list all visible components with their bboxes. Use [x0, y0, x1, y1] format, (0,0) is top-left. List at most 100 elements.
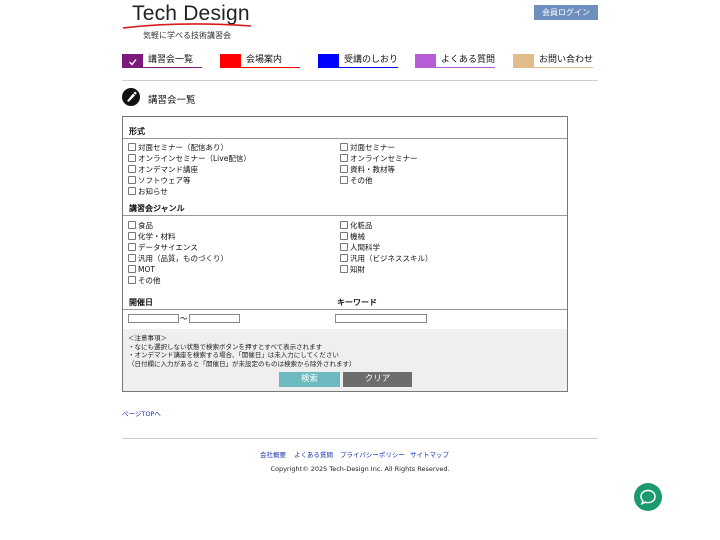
checkbox-box[interactable]: [340, 221, 348, 229]
checkbox-box[interactable]: [128, 232, 136, 240]
genre-checkbox-food[interactable]: 食品: [128, 220, 153, 230]
page-top-link[interactable]: ページTOPへ: [122, 408, 161, 418]
chat-widget-button[interactable]: [634, 483, 662, 511]
nav-item-venue[interactable]: 会場案内: [220, 54, 300, 68]
genre-checkbox-quality[interactable]: 汎用（品質，ものづくり）: [128, 253, 228, 263]
nav-item-contact[interactable]: お問い合わせ: [513, 54, 593, 68]
format-checkbox-inperson-streamed[interactable]: 対面セミナー（配信あり）: [128, 142, 228, 152]
member-login-button[interactable]: 会員ログイン: [534, 5, 598, 20]
logo-subtitle: 気軽に学べる技術講習会: [143, 31, 231, 40]
format-checkbox-online-live[interactable]: オンラインセミナー（Live配信）: [128, 153, 251, 163]
checkbox-box[interactable]: [128, 254, 136, 262]
checkbox-label: お知らせ: [138, 186, 168, 196]
checkbox-box[interactable]: [340, 232, 348, 240]
checkbox-label: 対面セミナー: [350, 142, 395, 152]
date-separator: 〜: [180, 314, 188, 323]
nav-label: 会場案内: [246, 55, 283, 65]
keyword-input[interactable]: [335, 314, 427, 323]
genre-checkbox-data-science[interactable]: データサイエンス: [128, 242, 198, 252]
checkbox-label: 対面セミナー（配信あり）: [138, 142, 228, 152]
nav-item-faq[interactable]: よくある質問: [415, 54, 495, 68]
checkbox-box[interactable]: [340, 165, 348, 173]
nav-underline: [122, 67, 202, 68]
nav-color-square: [318, 54, 339, 68]
genre-checkbox-chemistry[interactable]: 化学・材料: [128, 231, 176, 241]
date-to-input[interactable]: [189, 314, 240, 323]
format-checkbox-on-demand[interactable]: オンデマンド講座: [128, 164, 198, 174]
checkbox-box[interactable]: [340, 265, 348, 273]
section-divider: [123, 309, 567, 310]
date-section-title: 開催日: [129, 298, 153, 307]
checkbox-label: 機械: [350, 231, 365, 241]
copyright: Copyright© 2025 Tech-Design Inc. All Rig…: [270, 465, 450, 473]
nav-label: よくある質問: [441, 55, 496, 65]
nav-color-square: [513, 54, 534, 68]
genre-checkbox-other[interactable]: その他: [128, 275, 161, 285]
nav-underline: [513, 67, 593, 68]
footer-link-privacy[interactable]: プライバシーポリシー: [340, 449, 405, 459]
format-checkbox-online[interactable]: オンラインセミナー: [340, 153, 418, 163]
nav-underline: [415, 67, 495, 68]
footer-link-company[interactable]: 会社概要: [260, 449, 286, 459]
format-checkbox-news[interactable]: お知らせ: [128, 186, 168, 196]
nav-label: 受講のしおり: [344, 55, 399, 65]
genre-checkbox-ip[interactable]: 知財: [340, 264, 365, 274]
nav-underline: [318, 67, 398, 68]
footer-link-faq[interactable]: よくある質問: [294, 449, 333, 459]
nav-color-square: [122, 54, 143, 68]
notes-heading: ＜注意事項＞: [128, 334, 167, 342]
genre-checkbox-cosmetics[interactable]: 化粧品: [340, 220, 373, 230]
header-divider: [122, 80, 598, 81]
genre-checkbox-machinery[interactable]: 機械: [340, 231, 365, 241]
checkbox-box[interactable]: [128, 221, 136, 229]
nav-item-guide[interactable]: 受講のしおり: [318, 54, 398, 68]
keyword-section-title: キーワード: [337, 298, 377, 307]
checkbox-box[interactable]: [128, 265, 136, 273]
section-divider: [123, 138, 567, 139]
nav-label: 講習会一覧: [148, 55, 194, 65]
date-from-input[interactable]: [128, 314, 179, 323]
checkbox-box[interactable]: [128, 165, 136, 173]
footer-divider: [122, 438, 598, 439]
nav-color-square: [415, 54, 436, 68]
checkbox-box[interactable]: [128, 143, 136, 151]
checkbox-box[interactable]: [128, 276, 136, 284]
checkbox-box[interactable]: [128, 243, 136, 251]
note-line: （日付欄に入力があると「開催日」が未設定のものは検索から除外されます）: [128, 359, 356, 368]
checkbox-box[interactable]: [128, 176, 136, 184]
genre-checkbox-mot[interactable]: MOT: [128, 264, 155, 274]
checkbox-label: オンデマンド講座: [138, 164, 198, 174]
checkbox-label: 食品: [138, 220, 153, 230]
format-checkbox-other[interactable]: その他: [340, 175, 373, 185]
checkbox-box[interactable]: [340, 254, 348, 262]
nav-item-seminar-list[interactable]: 講習会一覧: [122, 54, 202, 68]
format-checkbox-inperson[interactable]: 対面セミナー: [340, 142, 395, 152]
checkbox-box[interactable]: [340, 243, 348, 251]
note-line: ・なにも選択しない状態で検索ボタンを押すとすべて表示されます: [128, 342, 323, 351]
search-button[interactable]: 検索: [279, 372, 340, 387]
footer-link-sitemap[interactable]: サイトマップ: [410, 449, 449, 459]
checkbox-label: 資料・教材等: [350, 164, 395, 174]
checkbox-box[interactable]: [128, 187, 136, 195]
checkbox-label: 知財: [350, 264, 365, 274]
genre-checkbox-business-skill[interactable]: 汎用（ビジネススキル）: [340, 253, 433, 263]
checkbox-label: オンラインセミナー（Live配信）: [138, 153, 251, 163]
nav-color-square: [220, 54, 241, 68]
checkbox-label: オンラインセミナー: [350, 153, 418, 163]
checkbox-label: データサイエンス: [138, 242, 198, 252]
checkbox-box[interactable]: [340, 143, 348, 151]
clear-button[interactable]: クリア: [343, 372, 412, 387]
checkbox-box[interactable]: [128, 154, 136, 162]
genre-checkbox-human-science[interactable]: 人間科学: [340, 242, 380, 252]
checkbox-box[interactable]: [340, 154, 348, 162]
nav-label: お問い合わせ: [539, 55, 594, 65]
checkbox-label: ソフトウェア等: [138, 175, 191, 185]
checkbox-label: 汎用（品質，ものづくり）: [138, 253, 228, 263]
checkbox-label: 人間科学: [350, 242, 380, 252]
format-checkbox-software[interactable]: ソフトウェア等: [128, 175, 191, 185]
pen-nib-icon: [122, 88, 140, 106]
note-line: ・オンデマンド講座を検索する場合、「開催日」は未入力にしてください: [128, 351, 339, 359]
format-checkbox-materials[interactable]: 資料・教材等: [340, 164, 395, 174]
checkbox-box[interactable]: [340, 176, 348, 184]
nav-underline: [220, 67, 300, 68]
